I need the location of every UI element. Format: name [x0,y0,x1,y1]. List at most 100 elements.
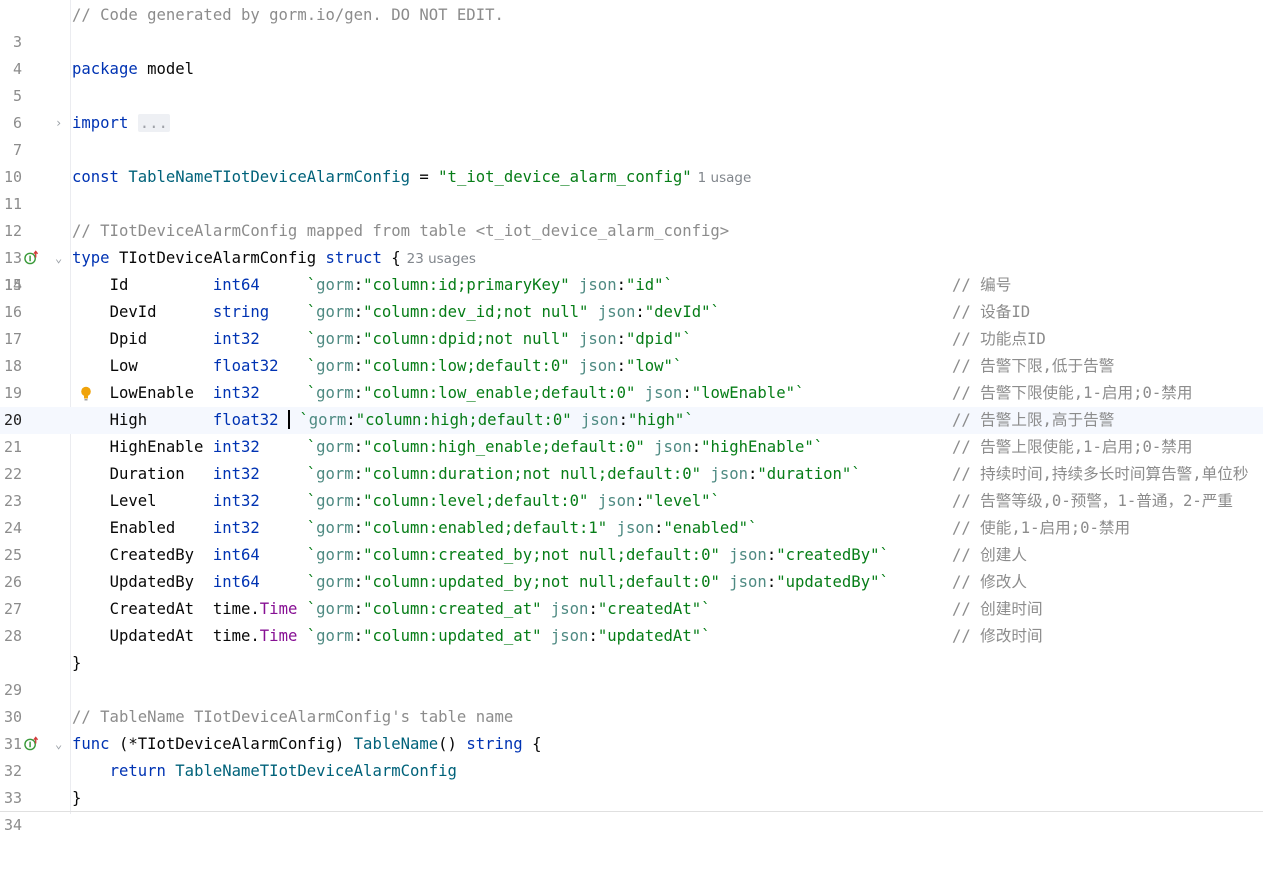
code-line[interactable]: 13 // TIotDeviceAlarmConfig mapped from … [0,218,1263,267]
editor-bottom-border [0,811,1263,812]
tag-value-gorm: "column:created_at" [363,600,542,618]
package-keyword: package [72,60,138,78]
code-line[interactable]: 5 package model [0,56,1263,105]
tag-key-gorm: gorm [316,384,354,402]
field-name: Enabled [109,519,176,537]
tag-value-json: "devId" [644,303,711,321]
field-name: Id [109,276,129,294]
tag-key-gorm: gorm [316,465,354,483]
import-keyword: import [72,114,129,132]
field-type-name: float32 [212,357,279,375]
code-line[interactable]: 10 [0,137,1263,186]
tag-value-gorm: "column:duration;not null;default:0" [363,465,702,483]
struct-field-line[interactable]: 20 High float32 `gorm:"column:high;defau… [0,407,1263,434]
code-line[interactable]: 34 } [0,785,1263,834]
implements-up-arrow-icon[interactable] [24,736,39,751]
field-type-name: int32 [212,384,260,402]
struct-field-line[interactable]: 24 Enabled int32 `gorm:"column:enabled;d… [0,515,1263,542]
field-comment: // 告警上限,高于告警 [952,411,1115,429]
implements-up-arrow-icon[interactable] [24,250,39,265]
line-number: 28 [3,627,22,645]
field-name: Dpid [109,330,148,348]
field-type-name: int32 [212,519,260,537]
code-line[interactable]: 3 // Code generated by gorm.io/gen. DO N… [0,2,1263,51]
struct-field-line[interactable]: 26 UpdatedBy int64 `gorm:"column:updated… [0,569,1263,596]
field-comment: // 告警等级,0-预警，1-普通，2-严重 [952,492,1234,510]
code-line[interactable]: 11 const TableNameTIotDeviceAlarmConfig … [0,164,1263,213]
code-line[interactable]: 29 } [0,650,1263,699]
field-type-name: int32 [212,330,260,348]
code-line[interactable]: 32 ⌄ func (*TIotDeviceAlarmConfig) Table… [0,731,1263,780]
field-comment: // 持续时间,持续多长时间算告警,单位秒 [952,465,1249,483]
struct-tag: `gorm:"column:high_enable;default:0" jso… [306,438,824,456]
tag-value-json: "level" [644,492,711,510]
code-line[interactable]: 33 return TableNameTIotDeviceAlarmConfig [0,758,1263,807]
field-name: CreatedBy [109,546,195,564]
tag-value-json: "high" [627,411,685,429]
fold-chevron-icon[interactable]: ⌄ [55,245,62,272]
func-keyword: func [72,735,110,753]
struct-field-line[interactable]: 21 HighEnable int32 `gorm:"column:high_e… [0,434,1263,461]
field-type: int32 [213,384,260,402]
tag-key-json: json [729,546,767,564]
tag-key-json: json [579,357,617,375]
struct-field-line[interactable]: 28 UpdatedAt time.Time `gorm:"column:upd… [0,623,1263,650]
tag-value-json: "duration" [757,465,852,483]
struct-field-line[interactable]: 17 Dpid int32 `gorm:"column:dpid;not nul… [0,326,1263,353]
func-comment: // TableName TIotDeviceAlarmConfig's tab… [72,708,514,726]
field-type: int64 [213,546,260,564]
struct-field-line[interactable]: 19 LowEnable int32 `gorm:"column:low_ena… [0,380,1263,407]
line-number: 22 [3,465,22,483]
code-line[interactable]: 4 [0,29,1263,78]
tag-value-gorm: "column:level;default:0" [363,492,589,510]
code-line[interactable]: 12 [0,191,1263,240]
text-caret [287,410,290,429]
tag-key-json: json [644,384,683,402]
struct-field-line[interactable]: 25 CreatedBy int64 `gorm:"column:created… [0,542,1263,569]
field-type: int32 [213,438,260,456]
code-line[interactable]: 30 [0,677,1263,726]
field-comment: // 告警下限,低于告警 [952,357,1115,375]
code-line[interactable]: 31 // TableName TIotDeviceAlarmConfig's … [0,704,1263,753]
struct-field-line[interactable]: 16 DevId string `gorm:"column:dev_id;not… [0,299,1263,326]
field-type: time.Time [213,627,298,645]
struct-tag: `gorm:"column:level;default:0" json:"lev… [306,492,720,510]
import-fold-placeholder[interactable]: ... [137,114,170,132]
field-type: float32 [213,411,279,429]
field-type-name: Time [259,627,298,645]
struct-field-line[interactable]: 22 Duration int32 `gorm:"column:duration… [0,461,1263,488]
usage-hint[interactable]: 23 usages [407,251,476,267]
tag-value-gorm: "column:created_by;not null;default:0" [363,546,720,564]
tag-key-json: json [597,492,636,510]
field-type: string [213,303,269,321]
field-type: time.Time [213,600,298,618]
struct-field-line[interactable]: 18 Low float32 `gorm:"column:low;default… [0,353,1263,380]
field-type: int64 [213,573,260,591]
usage-hint[interactable]: 1 usage [698,170,752,186]
field-type: int32 [213,519,260,537]
brace-close: } [72,789,82,807]
code-line[interactable]: 6 [0,83,1263,132]
struct-tag: `gorm:"column:dev_id;not null" json:"dev… [306,303,720,321]
fold-chevron-icon[interactable]: › [55,110,62,137]
field-type-name: int32 [212,465,260,483]
field-comment: // 使能,1-启用;0-禁用 [952,519,1131,537]
field-type-name: int32 [212,438,260,456]
const-eq: = [419,168,429,186]
tag-value-json: "highEnable" [701,438,814,456]
tag-key-gorm: gorm [316,492,354,510]
tag-value-json: "createdBy" [776,546,880,564]
struct-tag: `gorm:"column:updated_at" json:"updatedA… [306,627,711,645]
fold-chevron-icon[interactable]: ⌄ [55,731,62,758]
tag-key-json: json [550,600,589,618]
struct-field-line[interactable]: 23 Level int32 `gorm:"column:level;defau… [0,488,1263,515]
struct-tag: `gorm:"column:low_enable;default:0" json… [306,384,805,402]
code-line[interactable]: 7 › import ... [0,110,1263,159]
header-comment: // Code generated by gorm.io/gen. DO NOT… [72,6,504,24]
tag-value-gorm: "column:updated_at" [363,627,542,645]
tag-key-gorm: gorm [316,627,354,645]
brace-close: } [72,654,82,672]
struct-field-line[interactable]: 27 CreatedAt time.Time `gorm:"column:cre… [0,596,1263,623]
struct-field-line[interactable]: 15 Id int64 `gorm:"column:id;primaryKey"… [0,272,1263,299]
code-line[interactable]: 14 ⌄ type TIotDeviceAlarmConfig struct {… [0,245,1263,294]
